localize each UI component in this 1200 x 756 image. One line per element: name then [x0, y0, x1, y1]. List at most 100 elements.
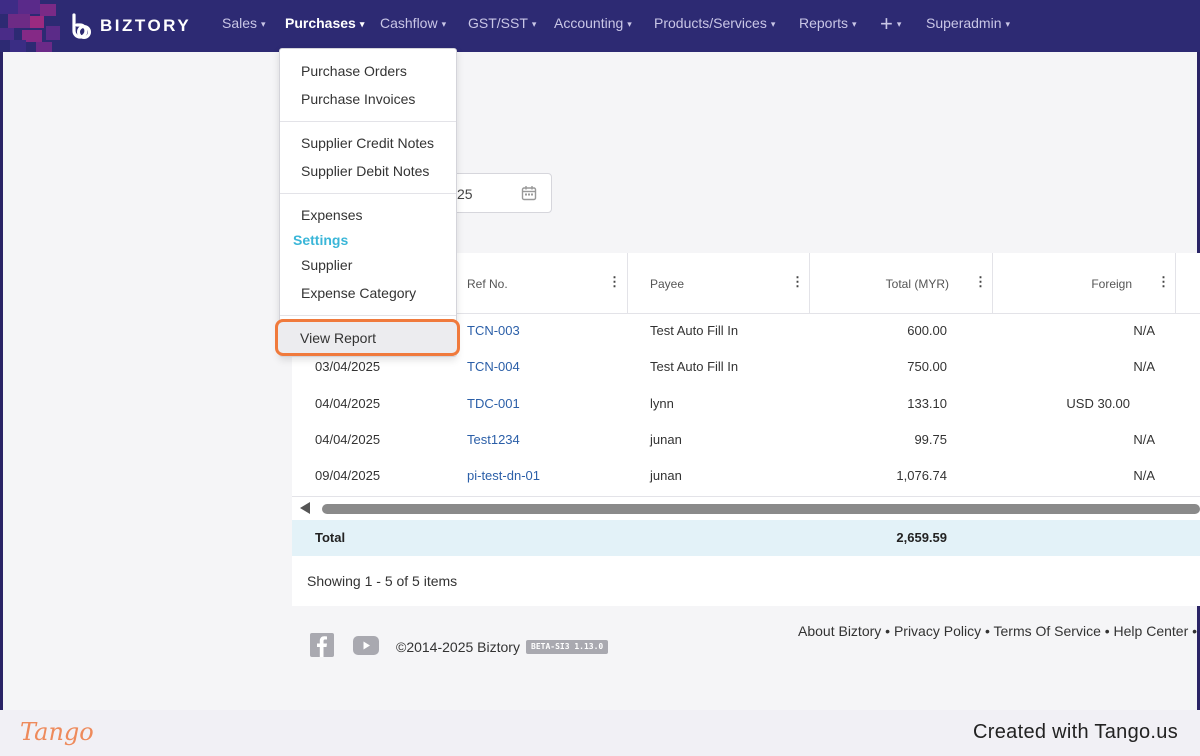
tango-credit: Created with Tango.us — [973, 721, 1178, 743]
menu-item-purchase-invoices[interactable]: Purchase Invoices — [301, 91, 415, 107]
nav-gst-sst-label: GST/SST — [468, 15, 528, 31]
biztory-logo-icon — [72, 13, 91, 39]
row-date: 09/04/2025 — [315, 468, 381, 483]
scroll-left-icon[interactable] — [300, 502, 310, 514]
row-date: 04/04/2025 — [315, 396, 381, 411]
row-payee: junan — [650, 432, 682, 447]
header-total[interactable]: Total (MYR) ⋮ — [810, 253, 993, 314]
column-menu-icon[interactable]: ⋮ — [1157, 275, 1170, 288]
chevron-down-icon: ▾ — [441, 19, 447, 29]
nav-superadmin-label: Superadmin — [926, 15, 1002, 31]
menu-item-purchase-orders[interactable]: Purchase Orders — [301, 63, 407, 79]
header-foreign[interactable]: Foreign ⋮ — [993, 253, 1176, 314]
chevron-down-icon: ▾ — [852, 19, 857, 29]
header-payee[interactable]: Payee ⋮ — [628, 253, 810, 314]
tango-logo: Tango — [20, 718, 94, 746]
menu-item-expenses[interactable]: Expenses — [301, 207, 362, 223]
chevron-down-icon: ▾ — [896, 19, 902, 29]
row-foreign: USD 30.00 — [1066, 396, 1130, 411]
menu-divider — [280, 121, 456, 122]
row-ref-link[interactable]: TCN-003 — [467, 323, 520, 338]
nav-cashflow[interactable]: Cashflow ▾ — [380, 15, 446, 31]
nav-products-services[interactable]: Products/Services ▾ — [654, 15, 775, 31]
top-nav: BIZTORY Sales ▾ Purchases ▾ Cashflow ▾ GST/… — [0, 0, 1200, 52]
row-payee: lynn — [650, 396, 674, 411]
row-ref-link[interactable]: TDC-001 — [467, 396, 520, 411]
row-total: 1,076.74 — [896, 468, 947, 483]
row-payee: Test Auto Fill In — [650, 323, 739, 338]
header-label: Ref No. — [467, 277, 508, 291]
purchases-dropdown: Purchase Orders Purchase Invoices Suppli… — [279, 48, 457, 357]
nav-purchases-label: Purchases — [285, 15, 356, 31]
brand-name: BIZTORY — [100, 16, 192, 35]
nav-products-services-label: Products/Services — [654, 15, 767, 31]
row-ref-link[interactable]: Test1234 — [467, 432, 520, 447]
copyright-text: ©2014-2025 Biztory — [396, 639, 520, 655]
nav-sales[interactable]: Sales ▾ — [222, 15, 266, 31]
row-payee: Test Auto Fill In — [650, 359, 739, 374]
menu-item-view-report[interactable]: View Report — [275, 319, 460, 356]
plus-icon: + — [880, 11, 893, 36]
row-total: 99.75 — [914, 432, 947, 447]
row-total: 750.00 — [907, 359, 947, 374]
tango-footer: Tango Created with Tango.us — [0, 710, 1200, 756]
menu-item-expense-category[interactable]: Expense Category — [301, 285, 416, 301]
menu-item-supplier-credit-notes[interactable]: Supplier Credit Notes — [301, 135, 434, 151]
row-foreign: N/A — [1133, 468, 1155, 483]
row-foreign: N/A — [1133, 323, 1155, 338]
row-total: 600.00 — [907, 323, 947, 338]
version-badge: BETA-SI3 1.13.0 — [526, 640, 609, 654]
chevron-down-icon: ▾ — [359, 19, 365, 29]
nav-gst-sst[interactable]: GST/SST ▾ — [468, 15, 536, 31]
row-foreign: N/A — [1133, 432, 1155, 447]
nav-purchases[interactable]: Purchases ▾ — [285, 15, 364, 31]
chevron-down-icon: ▾ — [531, 19, 537, 29]
nav-sales-label: Sales — [222, 15, 258, 31]
total-row: Total 2,659.59 — [292, 520, 1200, 556]
nav-accounting-label: Accounting — [554, 15, 624, 31]
menu-item-supplier[interactable]: Supplier — [301, 257, 352, 273]
menu-item-supplier-debit-notes[interactable]: Supplier Debit Notes — [301, 163, 429, 179]
scrollbar-thumb[interactable] — [322, 504, 1200, 514]
horizontal-scrollbar[interactable] — [292, 496, 1200, 518]
nav-add[interactable]: + ▾ — [880, 11, 901, 37]
header-label: Payee — [650, 277, 685, 291]
nav-superadmin[interactable]: Superadmin ▾ — [926, 15, 1010, 31]
nav-cashflow-label: Cashflow — [380, 15, 438, 31]
header-ref-no[interactable]: Ref No. ⋮ — [445, 253, 628, 314]
table-row[interactable]: 09/04/2025 pi-test-dn-01 junan 1,076.74 … — [292, 458, 1200, 494]
calendar-icon[interactable] — [521, 185, 537, 201]
table-row[interactable]: 04/04/2025 TDC-001 lynn 133.10 USD 30.00 — [292, 386, 1200, 422]
total-label: Total — [315, 530, 346, 545]
nav-reports[interactable]: Reports ▾ — [799, 15, 857, 31]
column-menu-icon[interactable]: ⋮ — [974, 275, 987, 288]
chevron-down-icon: ▾ — [770, 19, 776, 29]
total-value: 2,659.59 — [896, 530, 947, 545]
date-field-value: 25 — [457, 186, 473, 202]
chevron-down-icon: ▾ — [1005, 19, 1011, 29]
brand-logo[interactable]: BIZTORY — [68, 12, 191, 40]
menu-divider — [280, 315, 456, 316]
row-date: 03/04/2025 — [315, 359, 381, 374]
footer-links[interactable]: About Biztory • Privacy Policy • Terms O… — [798, 623, 1197, 639]
menu-divider — [280, 193, 456, 194]
row-foreign: N/A — [1133, 359, 1155, 374]
row-payee: junan — [650, 468, 682, 483]
view-report-label: View Report — [300, 330, 377, 346]
chevron-down-icon: ▾ — [627, 19, 632, 29]
table-row[interactable]: 04/04/2025 Test1234 junan 99.75 N/A — [292, 422, 1200, 458]
row-total: 133.10 — [907, 396, 947, 411]
column-menu-icon[interactable]: ⋮ — [608, 275, 621, 288]
youtube-icon[interactable] — [353, 636, 379, 655]
header-label: Total (MYR) — [885, 277, 949, 291]
chevron-down-icon: ▾ — [261, 19, 266, 29]
column-menu-icon[interactable]: ⋮ — [791, 275, 804, 288]
nav-accounting[interactable]: Accounting ▾ — [554, 15, 632, 31]
row-ref-link[interactable]: pi-test-dn-01 — [467, 468, 540, 483]
menu-heading-settings: Settings — [293, 232, 349, 248]
row-ref-link[interactable]: TCN-004 — [467, 359, 520, 374]
nav-reports-label: Reports — [799, 15, 849, 31]
header-label: Foreign — [1091, 277, 1132, 291]
facebook-icon[interactable] — [310, 633, 334, 657]
row-date: 04/04/2025 — [315, 432, 381, 447]
